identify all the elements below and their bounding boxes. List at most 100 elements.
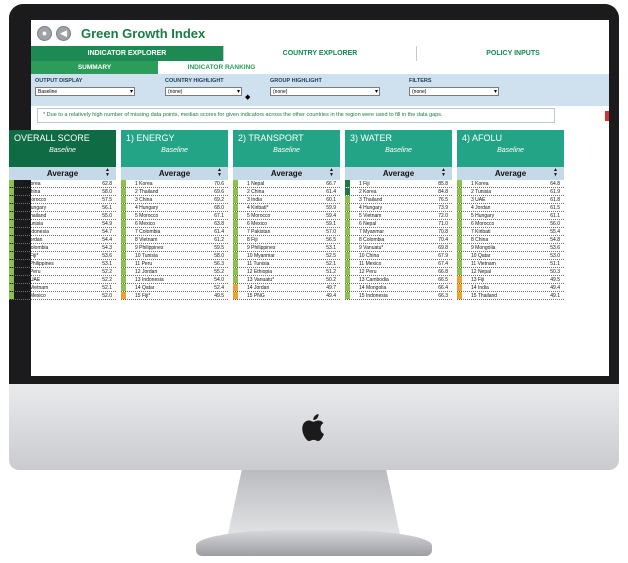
ranking-row[interactable]: 4 Hungary 73.9 — [345, 204, 452, 212]
ranking-row[interactable]: 10 Fiji* 53.6 — [9, 252, 116, 260]
ranking-row[interactable]: 12 Peru 66.8 — [345, 268, 452, 276]
sort-icon[interactable]: ▲ ▼ — [217, 168, 222, 178]
sort-icon[interactable]: ▲ ▼ — [441, 168, 446, 178]
ranking-row[interactable]: 9 Philippines 59.5 — [121, 244, 228, 252]
ranking-row[interactable]: 3 India 60.1 — [233, 196, 340, 204]
tab-indicator-ranking[interactable]: INDICATOR RANKING — [158, 61, 285, 74]
ranking-row[interactable]: 15 Indonesia 66.3 — [345, 292, 452, 300]
ranking-row[interactable]: 15 PNG 49.4 — [233, 292, 340, 300]
ranking-row[interactable]: 11 Vietnam 51.1 — [457, 260, 564, 268]
ranking-row[interactable]: 14 Mongolia 66.4 — [345, 284, 452, 292]
ranking-row[interactable]: 2 Korea 84.8 — [345, 188, 452, 196]
ranking-row[interactable]: 7 Kiribati 55.4 — [457, 228, 564, 236]
ranking-row[interactable]: 4 Jordan 61.5 — [457, 204, 564, 212]
ranking-row[interactable]: 8 Jordan 54.4 — [9, 236, 116, 244]
ranking-row[interactable]: 12 UAE 52.2 — [9, 276, 116, 284]
ranking-row[interactable]: 2 Thailand 69.6 — [121, 188, 228, 196]
ranking-row[interactable]: 11 Tunisia 52.1 — [233, 260, 340, 268]
ranking-row[interactable]: 14 Qatar 52.4 — [121, 284, 228, 292]
sort-icon[interactable]: ▲ ▼ — [105, 168, 110, 178]
ranking-row[interactable]: 10 Tunisia 58.0 — [121, 252, 228, 260]
ranking-row[interactable]: 6 Mexico 59.1 — [233, 220, 340, 228]
ranking-row[interactable]: 12 Jordan 55.2 — [121, 268, 228, 276]
country-label: 15 Mexico — [23, 292, 46, 299]
ranking-row[interactable]: 5 Thailand 55.0 — [9, 212, 116, 220]
ranking-row[interactable]: 3 Thailand 76.5 — [345, 196, 452, 204]
average-header[interactable]: Average ▲ ▼ — [9, 167, 116, 180]
ranking-row[interactable]: 5 Morocco 67.1 — [121, 212, 228, 220]
tab-country-explorer[interactable]: COUNTRY EXPLORER — [223, 46, 416, 61]
ranking-row[interactable]: 12 Peru 52.2 — [9, 268, 116, 276]
average-header[interactable]: Average ▲ ▼ — [345, 167, 452, 180]
ranking-row[interactable]: 8 Fiji 56.5 — [233, 236, 340, 244]
ranking-row[interactable]: 10 Myanmar 52.5 — [233, 252, 340, 260]
ranking-row[interactable]: 10 China 67.9 — [345, 252, 452, 260]
ranking-row[interactable]: 7 Pakistan 57.0 — [233, 228, 340, 236]
ranking-row[interactable]: 15 Mexico 52.0 — [9, 292, 116, 300]
tab-policy-inputs[interactable]: POLICY INPUTS — [416, 46, 609, 61]
ranking-row[interactable]: 9 Philippines 53.1 — [233, 244, 340, 252]
ranking-row[interactable]: 5 Vietnam 72.0 — [345, 212, 452, 220]
ranking-row[interactable]: 6 Mexico 63.8 — [121, 220, 228, 228]
ranking-row[interactable]: 11 Mexico 67.4 — [345, 260, 452, 268]
average-header[interactable]: Average ▲ ▼ — [121, 167, 228, 180]
ranking-row[interactable]: 2 China 58.0 — [9, 188, 116, 196]
ranking-row[interactable]: 9 Colombia 54.3 — [9, 244, 116, 252]
ranking-row[interactable]: 4 Hungary 68.0 — [121, 204, 228, 212]
ranking-row[interactable]: 11 Philippines 53.1 — [9, 260, 116, 268]
ranking-row[interactable]: 9 Vanuatu* 69.8 — [345, 244, 452, 252]
ranking-row[interactable]: 9 Mongolia 53.6 — [457, 244, 564, 252]
ranking-row[interactable]: 8 Colombia 70.4 — [345, 236, 452, 244]
ranking-row[interactable]: 1 Korea 70.6 — [121, 180, 228, 188]
home-icon[interactable]: ● — [37, 25, 52, 41]
ranking-row[interactable]: 3 Morocco 57.5 — [9, 196, 116, 204]
ranking-row[interactable]: 7 Colombia 61.4 — [121, 228, 228, 236]
ranking-row[interactable]: 3 UAE 61.8 — [457, 196, 564, 204]
filters-select[interactable]: (none) ▾ — [409, 87, 499, 96]
ranking-row[interactable]: 6 Nepal 71.0 — [345, 220, 452, 228]
ranking-row[interactable]: 15 Thailand 49.1 — [457, 292, 564, 300]
ranking-row[interactable]: 12 Nepal 50.3 — [457, 268, 564, 276]
ranking-row[interactable]: 4 Hungary 56.1 — [9, 204, 116, 212]
country-highlight-select[interactable]: (none) ▾ — [165, 87, 242, 96]
ranking-row[interactable]: 6 Tunisia 54.9 — [9, 220, 116, 228]
ranking-row[interactable]: 13 Cambodia 66.5 — [345, 276, 452, 284]
sort-icon[interactable]: ▲ ▼ — [329, 168, 334, 178]
ranking-row[interactable]: 4 Kiribati* 59.9 — [233, 204, 340, 212]
ranking-row[interactable]: 5 Morocco 59.4 — [233, 212, 340, 220]
ranking-panel: OVERALL SCORE Baseline Average ▲ ▼ 1 Korea 62.… — [9, 130, 116, 300]
ranking-row[interactable]: 15 Fiji* 49.5 — [121, 292, 228, 300]
ranking-row[interactable]: 2 Tunisia 61.9 — [457, 188, 564, 196]
tab-indicator-explorer[interactable]: INDICATOR EXPLORER — [31, 46, 223, 61]
ranking-row[interactable]: 14 India 49.4 — [457, 284, 564, 292]
ranking-row[interactable]: 14 Jordan 49.7 — [233, 284, 340, 292]
ranking-row[interactable]: 13 Indonesia 54.0 — [121, 276, 228, 284]
tab-summary[interactable]: SUMMARY — [31, 61, 158, 74]
ranking-row[interactable]: 1 Korea 64.8 — [457, 180, 564, 188]
ranking-row[interactable]: 2 China 61.4 — [233, 188, 340, 196]
ranking-row[interactable]: 1 Fiji 85.8 — [345, 180, 452, 188]
ranking-row[interactable]: 7 Myanmar 70.8 — [345, 228, 452, 236]
output-display-select[interactable]: Baseline ▾ — [35, 87, 135, 96]
group-highlight-select[interactable]: (none) ▾ — [270, 87, 380, 96]
ranking-row[interactable]: 6 Morocco 56.0 — [457, 220, 564, 228]
sort-icon[interactable]: ▲ ▼ — [553, 168, 558, 178]
country-stepper-icon[interactable]: ◆ — [245, 93, 250, 101]
back-icon[interactable]: ◀ — [56, 25, 71, 41]
ranking-row[interactable]: 13 Fiji 49.5 — [457, 276, 564, 284]
ranking-row[interactable]: 8 China 54.8 — [457, 236, 564, 244]
ranking-row[interactable]: 1 Korea 62.8 — [9, 180, 116, 188]
ranking-row[interactable]: 5 Hungary 61.1 — [457, 212, 564, 220]
ranking-row[interactable]: 8 Vietnam 61.2 — [121, 236, 228, 244]
ranking-row[interactable]: 14 Vietnam 52.1 — [9, 284, 116, 292]
ranking-row[interactable]: 10 Qatar 53.0 — [457, 252, 564, 260]
ranking-row[interactable]: 11 Peru 56.3 — [121, 260, 228, 268]
score-value: 59.9 — [326, 204, 336, 211]
ranking-row[interactable]: 12 Ethiopia 51.2 — [233, 268, 340, 276]
ranking-row[interactable]: 1 Nepal 66.7 — [233, 180, 340, 188]
average-header[interactable]: Average ▲ ▼ — [457, 167, 564, 180]
ranking-row[interactable]: 13 Vanuatu* 50.2 — [233, 276, 340, 284]
ranking-row[interactable]: 7 Indonesia 54.7 — [9, 228, 116, 236]
average-header[interactable]: Average ▲ ▼ — [233, 167, 340, 180]
ranking-row[interactable]: 3 China 69.2 — [121, 196, 228, 204]
